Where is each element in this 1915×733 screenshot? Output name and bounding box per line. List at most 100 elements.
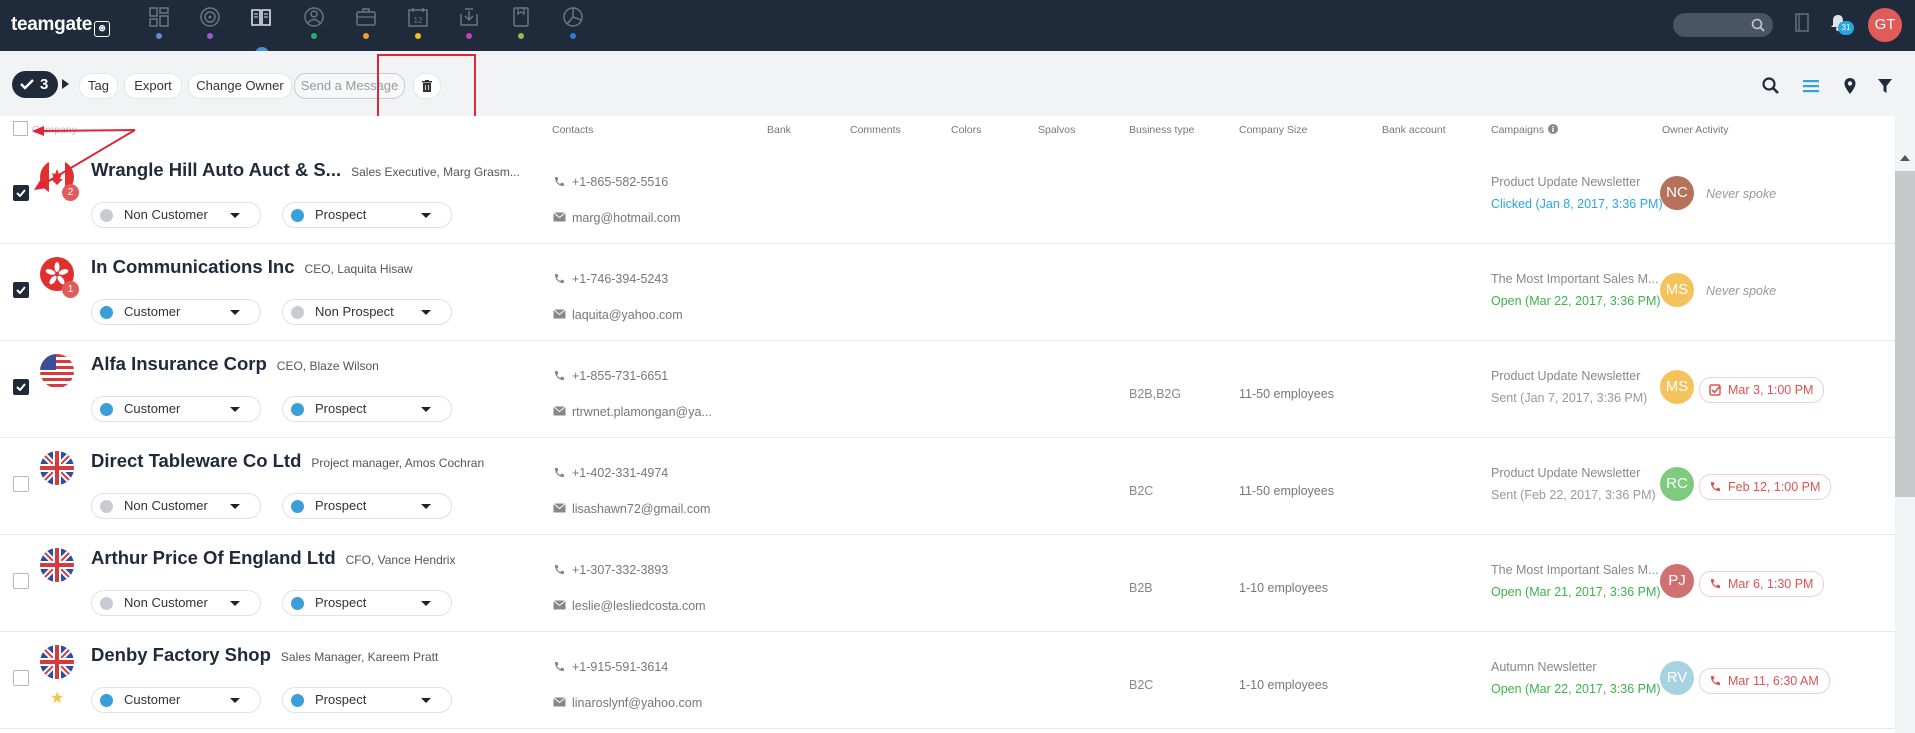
company-name[interactable]: Wrangle Hill Auto Auct & S... Sales Execu…: [91, 159, 520, 181]
header-bank-account[interactable]: Bank account: [1382, 124, 1446, 136]
chart-icon[interactable]: [562, 6, 584, 28]
owner-avatar[interactable]: MS: [1660, 370, 1694, 404]
prospect-status-select[interactable]: Non Prospect: [282, 299, 452, 325]
dashboard-icon[interactable]: [148, 6, 170, 28]
check-icon: [16, 286, 26, 294]
company-name[interactable]: Arthur Price Of England Ltd CFO, Vance He…: [91, 547, 455, 569]
email-address: rtrwnet.plamongan@ya...: [572, 405, 712, 419]
customer-status-select[interactable]: Customer: [91, 687, 261, 713]
prospect-status-label: Prospect: [315, 692, 367, 707]
search-icon[interactable]: [1762, 77, 1780, 95]
company-name[interactable]: In Communications Inc CEO, Laquita Hisaw: [91, 256, 413, 278]
phone-icon: [554, 565, 564, 575]
activity-date: Mar 6, 1:30 PM: [1728, 577, 1814, 591]
scrollbar-thumb[interactable]: [1895, 171, 1915, 497]
activity-badge[interactable]: Mar 11, 6:30 AM: [1699, 668, 1830, 694]
briefcase-icon[interactable]: [355, 6, 377, 28]
customer-status-select[interactable]: Non Customer: [91, 493, 261, 519]
inbox-dot: [466, 33, 472, 39]
header-owner-activity[interactable]: Owner Activity: [1662, 124, 1729, 136]
tag-button[interactable]: Tag: [79, 73, 118, 99]
campaign-name[interactable]: Product Update Newsletter: [1491, 369, 1640, 383]
header-spalvos[interactable]: Spalvos: [1038, 124, 1075, 136]
owner-avatar[interactable]: RC: [1660, 467, 1694, 501]
header-colors[interactable]: Colors: [951, 124, 981, 136]
row-checkbox[interactable]: [13, 185, 29, 201]
prospect-status-select[interactable]: Prospect: [282, 493, 452, 519]
header-contacts[interactable]: Contacts: [552, 124, 593, 136]
list-view-icon[interactable]: [1802, 77, 1820, 95]
header-comments[interactable]: Comments: [850, 124, 901, 136]
table-row[interactable]: ★ Denby Factory Shop Sales Manager, Karee…: [0, 632, 1895, 729]
campaign-name[interactable]: Autumn Newsletter: [1491, 660, 1597, 674]
campaign-name[interactable]: The Most Important Sales M...: [1491, 563, 1658, 577]
inbox-icon[interactable]: [458, 6, 480, 28]
customer-status-select[interactable]: Customer: [91, 396, 261, 422]
company-name[interactable]: Denby Factory Shop Sales Manager, Kareem …: [91, 644, 438, 666]
target-icon[interactable]: [199, 6, 221, 28]
book-icon[interactable]: [250, 6, 272, 28]
row-checkbox[interactable]: [13, 476, 29, 492]
table-row[interactable]: Alfa Insurance Corp CEO, Blaze Wilson Cus…: [0, 341, 1895, 438]
teamgate-logo[interactable]: teamgate ⊛: [11, 14, 111, 37]
activity-badge[interactable]: Mar 6, 1:30 PM: [1699, 571, 1825, 597]
owner-avatar[interactable]: NC: [1660, 176, 1694, 210]
table-row[interactable]: Direct Tableware Co Ltd Project manager, …: [0, 438, 1895, 535]
campaign-status: Open (Mar 22, 2017, 3:36 PM): [1491, 294, 1661, 308]
vertical-scrollbar[interactable]: [1895, 147, 1915, 733]
filter-icon[interactable]: [1877, 77, 1893, 95]
prospect-status-select[interactable]: Prospect: [282, 202, 452, 228]
bookmark-book-icon[interactable]: [1795, 13, 1809, 32]
activity-badge[interactable]: Mar 3, 1:00 PM: [1699, 377, 1825, 403]
header-bank[interactable]: Bank: [767, 124, 791, 136]
campaign-status: Sent (Feb 22, 2017, 3:36 PM): [1491, 488, 1656, 502]
table-row[interactable]: 1 In Communications Inc CEO, Laquita Hisa…: [0, 244, 1895, 341]
prospect-status-select[interactable]: Prospect: [282, 687, 452, 713]
phone-number: +1-865-582-5516: [572, 175, 669, 189]
select-all-checkbox[interactable]: [13, 121, 28, 136]
row-checkbox[interactable]: [13, 670, 29, 686]
campaign-name[interactable]: The Most Important Sales M...: [1491, 272, 1658, 286]
row-checkbox[interactable]: [13, 573, 29, 589]
company-name[interactable]: Direct Tableware Co Ltd Project manager, …: [91, 450, 484, 472]
company-list: 2 Wrangle Hill Auto Auct & S... Sales Exe…: [0, 147, 1895, 733]
header-company-size[interactable]: Company Size: [1239, 124, 1307, 136]
prospect-status-select[interactable]: Prospect: [282, 396, 452, 422]
company-name[interactable]: Alfa Insurance Corp CEO, Blaze Wilson: [91, 353, 379, 375]
document-icon[interactable]: [510, 6, 532, 28]
customer-status-select[interactable]: Non Customer: [91, 202, 261, 228]
dashboard-dot: [156, 33, 162, 39]
header-company[interactable]: Company: [32, 124, 77, 136]
favorite-star-icon[interactable]: ★: [50, 688, 64, 708]
calendar-icon[interactable]: 12: [407, 6, 429, 28]
people-icon[interactable]: [303, 6, 325, 28]
customer-status-select[interactable]: Non Customer: [91, 590, 261, 616]
map-pin-icon[interactable]: [1843, 77, 1857, 95]
scroll-up-arrow-icon[interactable]: [1900, 155, 1910, 161]
customer-status-select[interactable]: Customer: [91, 299, 261, 325]
row-checkbox[interactable]: [13, 282, 29, 298]
header-business-type[interactable]: Business type: [1129, 124, 1194, 136]
prospect-status-select[interactable]: Prospect: [282, 590, 452, 616]
owner-avatar[interactable]: RV: [1660, 661, 1694, 695]
export-button[interactable]: Export: [124, 73, 182, 99]
expand-arrow-icon[interactable]: [62, 79, 69, 89]
info-icon[interactable]: [1548, 124, 1559, 134]
campaign-name[interactable]: Product Update Newsletter: [1491, 175, 1640, 189]
table-row[interactable]: 2 Wrangle Hill Auto Auct & S... Sales Exe…: [0, 147, 1895, 244]
change-owner-button[interactable]: Change Owner: [188, 73, 292, 99]
selected-count-toggle[interactable]: 3: [12, 71, 58, 98]
logo-text: teamgate: [11, 14, 93, 35]
row-checkbox[interactable]: [13, 379, 29, 395]
campaign-name[interactable]: Product Update Newsletter: [1491, 466, 1640, 480]
activity-badge[interactable]: Feb 12, 1:00 PM: [1699, 474, 1832, 500]
envelope-icon: [553, 697, 566, 707]
user-avatar[interactable]: GT: [1868, 8, 1902, 42]
global-search-input[interactable]: [1673, 13, 1773, 37]
envelope-icon: [553, 503, 566, 513]
table-row[interactable]: Arthur Price Of England Ltd CFO, Vance He…: [0, 535, 1895, 632]
header-campaigns[interactable]: Campaigns: [1491, 124, 1559, 136]
owner-avatar[interactable]: PJ: [1660, 564, 1694, 598]
owner-avatar[interactable]: MS: [1660, 273, 1694, 307]
phone-call-icon: [1710, 579, 1720, 589]
